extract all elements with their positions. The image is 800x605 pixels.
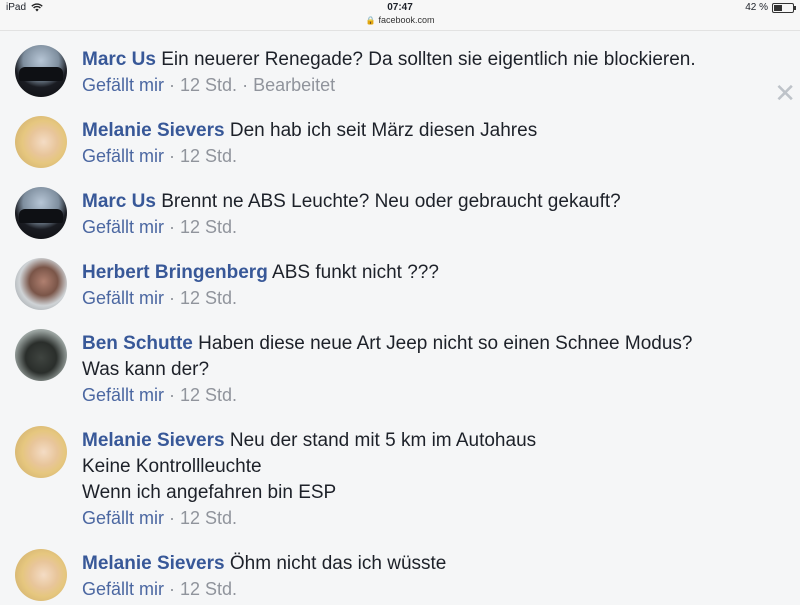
comment-item: Melanie Sievers Neu der stand mit 5 km i…: [0, 411, 800, 534]
comment-body: Ben Schutte Haben diese neue Art Jeep ni…: [82, 314, 760, 383]
comment-timestamp[interactable]: 12 Std.: [180, 385, 237, 405]
avatar[interactable]: [15, 549, 67, 601]
status-bar: iPad 07:47 🔒 facebook.com 42 %: [0, 0, 800, 31]
comment-list: Marc Us Ein neuerer Renegade? Da sollten…: [0, 30, 800, 605]
like-link[interactable]: Gefällt mir: [82, 75, 164, 95]
comment-text: Neu der stand mit 5 km im Autohaus: [229, 430, 537, 451]
like-link[interactable]: Gefällt mir: [82, 579, 164, 599]
comment-timestamp[interactable]: 12 Std.: [180, 508, 237, 528]
comment-item: Herbert Bringenberg ABS funkt nicht ??? G…: [0, 243, 800, 314]
like-link[interactable]: Gefällt mir: [82, 146, 164, 166]
like-link[interactable]: Gefällt mir: [82, 217, 164, 237]
comment-author[interactable]: Marc Us: [82, 49, 156, 70]
close-icon[interactable]: ✕: [774, 80, 796, 106]
comment-timestamp[interactable]: 12 Std.: [180, 217, 237, 237]
comment-body: Marc Us Brennt ne ABS Leuchte? Neu oder …: [82, 172, 760, 215]
comment-body: Marc Us Ein neuerer Renegade? Da sollten…: [82, 30, 760, 73]
comment-text: ABS funkt nicht ???: [272, 262, 439, 283]
avatar[interactable]: [15, 258, 67, 310]
comment-item: Melanie Sievers Öhm nicht das ich wüsste…: [0, 534, 800, 605]
comment-author[interactable]: Marc Us: [82, 191, 156, 212]
address-bar[interactable]: 🔒 facebook.com: [0, 15, 800, 25]
comment-actions: Gefällt mir · 12 Std.: [82, 146, 238, 166]
comment-body: Melanie Sievers Neu der stand mit 5 km i…: [82, 411, 760, 506]
avatar[interactable]: [15, 45, 67, 97]
like-link[interactable]: Gefällt mir: [82, 508, 164, 528]
avatar[interactable]: [15, 187, 67, 239]
comment-timestamp[interactable]: 12 Std.: [180, 75, 237, 95]
comment-actions: Gefällt mir · 12 Std.: [82, 385, 238, 405]
comment-actions: Gefällt mir · 12 Std.: [82, 217, 238, 237]
url-text: facebook.com: [378, 15, 435, 25]
comment-text: Keine Kontrollleuchte: [82, 456, 262, 477]
comment-item: Marc Us Brennt ne ABS Leuchte? Neu oder …: [0, 172, 800, 243]
like-link[interactable]: Gefällt mir: [82, 288, 164, 308]
comment-text: Haben diese neue Art Jeep nicht so einen…: [198, 333, 693, 354]
avatar[interactable]: [15, 116, 67, 168]
comment-text: Öhm nicht das ich wüsste: [229, 553, 447, 574]
comment-timestamp[interactable]: 12 Std.: [180, 146, 237, 166]
comment-body: Melanie Sievers Öhm nicht das ich wüsste: [82, 534, 760, 577]
comment-author[interactable]: Melanie Sievers: [82, 430, 225, 451]
comment-item: Melanie Sievers Den hab ich seit März di…: [0, 101, 800, 172]
lock-icon: 🔒: [365, 16, 376, 25]
status-right: 42 %: [745, 2, 796, 13]
comment-text: Den hab ich seit März diesen Jahres: [229, 120, 538, 141]
battery-icon: [772, 2, 796, 13]
comment-timestamp[interactable]: 12 Std.: [180, 288, 237, 308]
comment-text: Ein neuerer Renegade? Da sollten sie eig…: [161, 49, 696, 70]
avatar[interactable]: [15, 329, 67, 381]
edited-label[interactable]: Bearbeitet: [253, 75, 335, 95]
comment-text: Wenn ich angefahren bin ESP: [82, 482, 337, 503]
comment-actions: Gefällt mir · 12 Std.: [82, 579, 238, 599]
comment-text: Brennt ne ABS Leuchte? Neu oder gebrauch…: [161, 191, 621, 212]
comment-timestamp[interactable]: 12 Std.: [180, 579, 237, 599]
comment-item: Marc Us Ein neuerer Renegade? Da sollten…: [0, 30, 800, 101]
status-time: 07:47: [387, 2, 413, 13]
avatar[interactable]: [15, 426, 67, 478]
comment-text: Was kann der?: [82, 359, 210, 380]
comment-actions: Gefällt mir · 12 Std.: [82, 288, 238, 308]
comment-author[interactable]: Herbert Bringenberg: [82, 262, 268, 283]
comment-author[interactable]: Ben Schutte: [82, 333, 193, 354]
comment-body: Herbert Bringenberg ABS funkt nicht ???: [82, 243, 760, 286]
comment-body: Melanie Sievers Den hab ich seit März di…: [82, 101, 760, 144]
like-link[interactable]: Gefällt mir: [82, 385, 164, 405]
comment-actions: Gefällt mir · 12 Std. · Bearbeitet: [82, 75, 336, 95]
comment-author[interactable]: Melanie Sievers: [82, 120, 225, 141]
comment-actions: Gefällt mir · 12 Std.: [82, 508, 238, 528]
comment-item: Ben Schutte Haben diese neue Art Jeep ni…: [0, 314, 800, 411]
battery-percent: 42 %: [745, 2, 768, 13]
comment-author[interactable]: Melanie Sievers: [82, 553, 225, 574]
